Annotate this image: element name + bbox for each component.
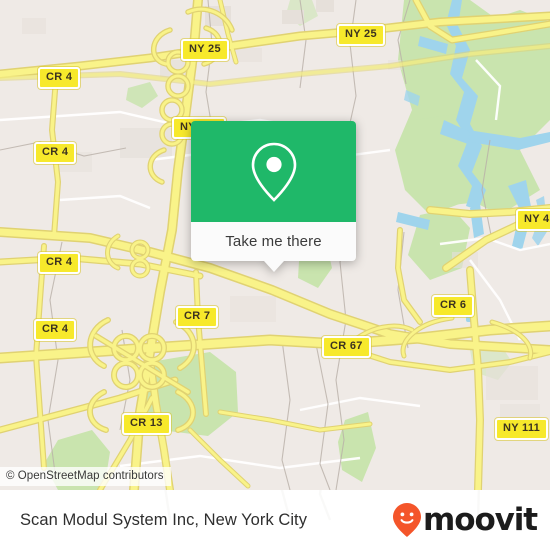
callout-tail [263,261,284,272]
road-shield: NY 111 [495,418,549,440]
moovit-smiley-pin-icon [393,503,422,537]
callout-action-area[interactable]: Take me there [191,222,356,272]
road-shield: CR 6 [432,295,475,317]
footer-bar: Scan Modul System Inc, New York City moo… [0,490,550,550]
road-shield: CR 4 [34,142,77,164]
road-shield: CR 4 [38,252,81,274]
map-canvas[interactable]: NY 25NY 25CR 4CR 4NY 454NY 45CR 4CR 6CR … [0,0,550,490]
callout-pin-area [191,121,356,222]
road-shield: CR 13 [122,413,171,435]
map-screenshot: NY 25NY 25CR 4CR 4NY 454NY 45CR 4CR 6CR … [0,0,550,550]
road-shield: NY 25 [337,24,385,46]
place-title: Scan Modul System Inc, New York City [20,510,307,529]
road-shield: CR 7 [176,306,219,328]
road-shield: CR 4 [38,67,81,89]
moovit-wordmark: moovit [423,501,538,538]
road-shield: NY 25 [181,39,229,61]
road-shield: CR 4 [34,319,77,341]
osm-attribution[interactable]: © OpenStreetMap contributors [0,467,171,486]
destination-callout-card[interactable]: Take me there [191,121,356,272]
location-pin-icon [251,142,296,202]
road-shield: NY 45 [516,209,550,231]
moovit-brand[interactable]: moovit [392,501,538,538]
take-me-there-label: Take me there [225,233,322,250]
road-shield: CR 67 [322,336,371,358]
